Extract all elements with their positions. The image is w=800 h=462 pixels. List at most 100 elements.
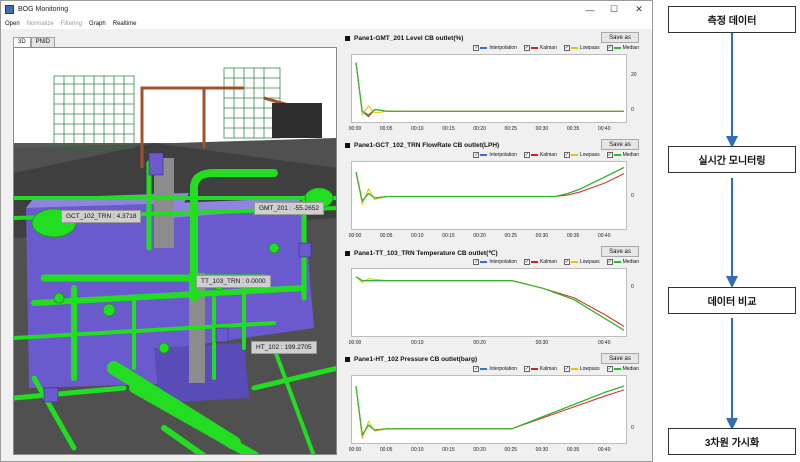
legend-line-icon xyxy=(480,47,488,49)
legend-kalman[interactable]: ✓ Kalman xyxy=(523,152,557,158)
legend-label: Kalman xyxy=(539,152,557,158)
line-chart xyxy=(355,62,624,118)
line-chart xyxy=(355,385,625,439)
flow-step-data-compare: 데이터 비교 xyxy=(668,287,796,314)
legend-median[interactable]: ✓ Median xyxy=(606,366,639,372)
legend-label: Kalman xyxy=(539,259,557,265)
tab-pnid[interactable]: PNID xyxy=(30,37,56,47)
save-as-button[interactable]: Save as xyxy=(601,32,639,43)
series-line-lowpass xyxy=(355,167,625,206)
view-tabs: 3D PNID xyxy=(13,37,56,47)
checkbox-median[interactable]: ✓ xyxy=(606,366,613,372)
chart-plot-area[interactable] xyxy=(351,54,627,123)
pane-marker-icon xyxy=(345,357,350,362)
legend-median[interactable]: ✓ Median xyxy=(606,259,639,265)
checkbox-kalman[interactable]: ✓ xyxy=(523,152,530,158)
menu-normalize[interactable]: Normalize xyxy=(27,21,54,27)
checkbox-kalman[interactable]: ✓ xyxy=(523,366,530,372)
legend-label: Lowpass xyxy=(579,366,600,372)
legend-label: Median xyxy=(622,259,639,265)
x-tick-label: 00:25 xyxy=(504,126,518,132)
save-as-button[interactable]: Save as xyxy=(601,246,639,257)
x-tick-label: 00:35 xyxy=(566,447,580,453)
series-line-median xyxy=(355,166,625,203)
legend-label: Interpolation xyxy=(489,45,517,51)
legend-kalman[interactable]: ✓ Kalman xyxy=(523,45,557,51)
chart-plot-area[interactable] xyxy=(351,375,627,444)
window-title: BOG Monitoring xyxy=(18,6,69,13)
series-line-lowpass xyxy=(355,62,624,117)
legend-label: Interpolation xyxy=(489,152,517,158)
minimize-button[interactable]: — xyxy=(579,1,601,18)
chart-pane-3: Pane1-TT_103_TRN Temperature CB outlet(℃… xyxy=(345,246,645,351)
3d-viewport[interactable]: GCT_102_TRN : 4.3718 GMT_201 : -55.2652 … xyxy=(13,47,337,455)
checkbox-median[interactable]: ✓ xyxy=(606,259,613,265)
checkbox-median[interactable]: ✓ xyxy=(606,152,613,158)
series-line-interpolation xyxy=(355,62,624,118)
legend-line-icon xyxy=(570,47,578,49)
menu-open[interactable]: Open xyxy=(5,21,20,27)
checkbox-interpolation[interactable]: ✓ xyxy=(473,45,480,51)
chart-legend: ✓ Interpolation ✓ Kalman ✓ Lowpass ✓ Median xyxy=(466,45,639,51)
legend-label: Lowpass xyxy=(579,259,600,265)
chart-legend: ✓ Interpolation ✓ Kalman ✓ Lowpass ✓ Median xyxy=(466,366,639,372)
save-as-button[interactable]: Save as xyxy=(601,139,639,150)
checkbox-interpolation[interactable]: ✓ xyxy=(473,366,480,372)
flow-arrows xyxy=(726,33,738,430)
x-tick-label: 00:40 xyxy=(597,447,611,453)
menu-realtime[interactable]: Realtime xyxy=(113,21,137,27)
x-tick-label: 00:10 xyxy=(411,447,424,453)
chart-plot-area[interactable] xyxy=(351,268,627,337)
checkbox-interpolation[interactable]: ✓ xyxy=(473,259,480,265)
tag-ht-102[interactable]: HT_102 : 199.2705 xyxy=(251,341,317,354)
close-button[interactable]: ✕ xyxy=(628,1,650,18)
x-tick-label: 00:00 xyxy=(348,126,362,132)
legend-lowpass[interactable]: ✓ Lowpass xyxy=(563,152,600,158)
legend-line-icon xyxy=(530,261,538,263)
legend-line-icon xyxy=(530,47,538,49)
legend-kalman[interactable]: ✓ Kalman xyxy=(523,366,557,372)
tag-gct-102-trn[interactable]: GCT_102_TRN : 4.3718 xyxy=(61,210,142,223)
checkbox-lowpass[interactable]: ✓ xyxy=(563,259,570,265)
checkbox-median[interactable]: ✓ xyxy=(606,45,613,51)
series-line-median xyxy=(355,62,624,116)
series-line-kalman xyxy=(355,62,624,118)
chart-pane-1: Pane1-GMT_201 Level CB outlet(%) Save as… xyxy=(345,32,645,137)
legend-line-icon xyxy=(613,47,621,49)
checkbox-lowpass[interactable]: ✓ xyxy=(563,366,570,372)
legend-interpolation[interactable]: ✓ Interpolation xyxy=(473,366,517,372)
checkbox-lowpass[interactable]: ✓ xyxy=(563,45,570,51)
x-tick-label: 00:35 xyxy=(566,126,580,132)
chart-plot-area[interactable] xyxy=(351,161,627,230)
legend-interpolation[interactable]: ✓ Interpolation xyxy=(473,259,517,265)
maximize-button[interactable]: ☐ xyxy=(603,1,625,18)
x-tick-label: 00:10 xyxy=(411,233,424,239)
legend-line-icon xyxy=(480,261,488,263)
legend-line-icon xyxy=(480,154,488,156)
menu-graph[interactable]: Graph xyxy=(89,21,106,27)
checkbox-kalman[interactable]: ✓ xyxy=(523,45,530,51)
legend-interpolation[interactable]: ✓ Interpolation xyxy=(473,45,517,51)
checkbox-interpolation[interactable]: ✓ xyxy=(473,152,480,158)
checkbox-kalman[interactable]: ✓ xyxy=(523,259,530,265)
legend-lowpass[interactable]: ✓ Lowpass xyxy=(563,366,600,372)
pane-title: Pane1-HT_102 Pressure CB outlet(barg) xyxy=(354,356,478,363)
save-as-button[interactable]: Save as xyxy=(601,353,639,364)
legend-lowpass[interactable]: ✓ Lowpass xyxy=(563,45,600,51)
chart-pane-4: Pane1-HT_102 Pressure CB outlet(barg) Sa… xyxy=(345,353,645,458)
tab-3d[interactable]: 3D xyxy=(13,37,31,47)
legend-median[interactable]: ✓ Median xyxy=(606,152,639,158)
legend-median[interactable]: ✓ Median xyxy=(606,45,639,51)
legend-interpolation[interactable]: ✓ Interpolation xyxy=(473,152,517,158)
x-tick-label: 00:20 xyxy=(473,126,486,132)
checkbox-lowpass[interactable]: ✓ xyxy=(563,152,570,158)
tag-tt-103-trn[interactable]: TT_103_TRN : 0.0000 xyxy=(196,275,271,288)
menu-filtering[interactable]: Filtering xyxy=(61,21,82,27)
tag-gmt-201[interactable]: GMT_201 : -55.2652 xyxy=(254,202,324,215)
y-tick-label: 20 xyxy=(631,72,637,79)
legend-label: Interpolation xyxy=(489,259,517,265)
x-tick-label: 00:20 xyxy=(473,340,486,346)
legend-kalman[interactable]: ✓ Kalman xyxy=(523,259,557,265)
legend-lowpass[interactable]: ✓ Lowpass xyxy=(563,259,600,265)
x-tick-label: 00:25 xyxy=(504,447,518,453)
